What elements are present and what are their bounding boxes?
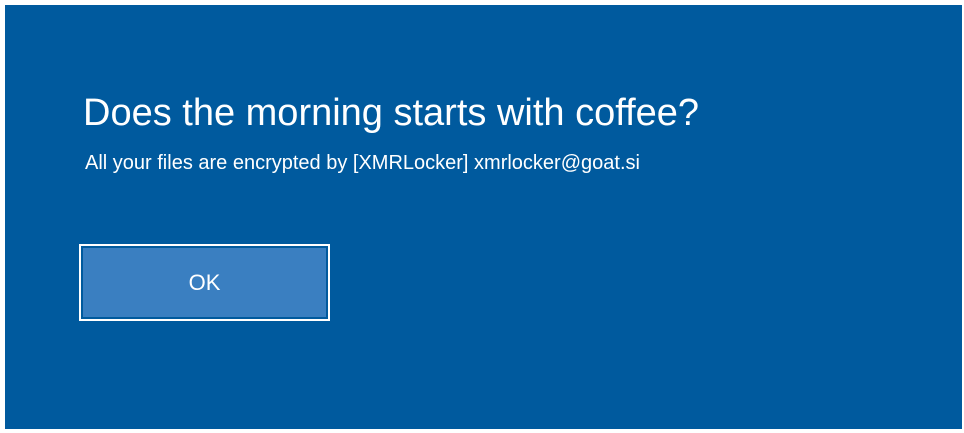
ok-button-label: OK <box>83 248 326 317</box>
dialog-message: All your files are encrypted by [XMRLock… <box>85 152 640 174</box>
dialog-title: Does the morning starts with coffee? <box>83 92 700 134</box>
ransom-dialog: Does the morning starts with coffee? All… <box>5 5 962 429</box>
ok-button[interactable]: OK <box>79 244 330 321</box>
